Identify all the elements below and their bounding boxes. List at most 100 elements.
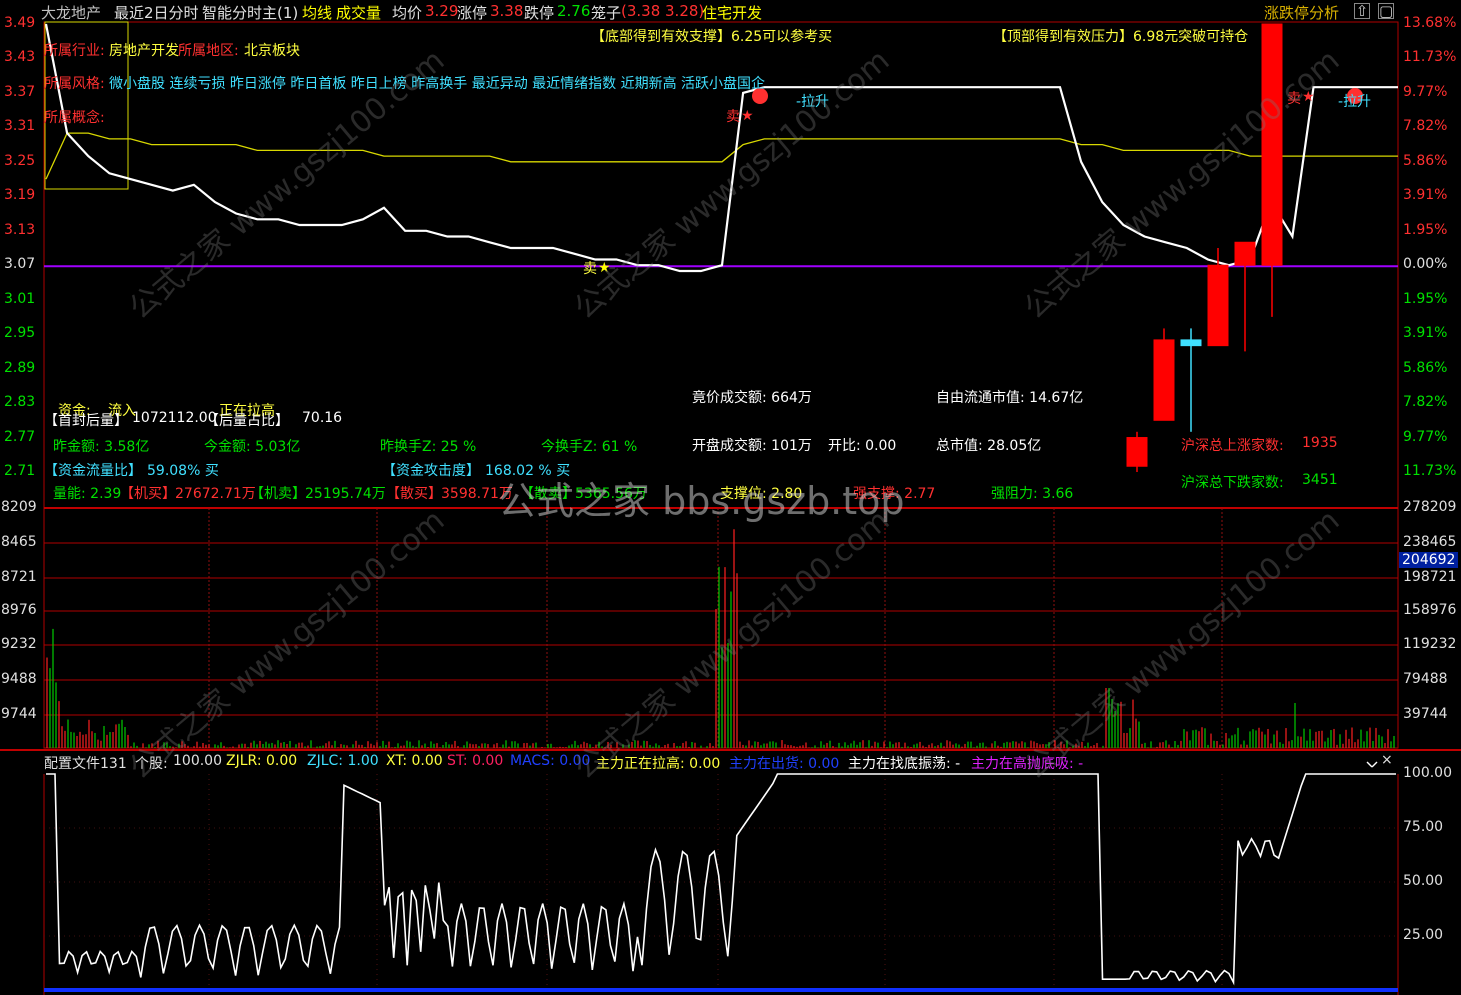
indicator-tick-right: 100.00 (1403, 765, 1452, 781)
xt-value: XT: 0.00 (386, 753, 443, 769)
volume-tick-left: 9232 (1, 636, 37, 652)
price-tick-left: 3.19 (4, 187, 36, 204)
auction-amount: 竟价成交额: 664万 (692, 390, 812, 406)
volume-tick-left: 9488 (1, 671, 37, 687)
price-tick-left: 2.83 (4, 394, 36, 411)
inst-buy-value: 27672.71万 (175, 486, 256, 502)
percent-tick-right: 11.73% (1403, 49, 1457, 66)
region-value: 北京板块 (244, 43, 300, 59)
open-ratio: 开比: 0.00 (828, 438, 897, 454)
percent-tick-right: 7.82% (1403, 394, 1448, 411)
indicator-tick-right: 25.00 (1403, 927, 1444, 943)
volume-tick-left: 9744 (1, 706, 37, 722)
percent-tick-right: 7.82% (1403, 118, 1448, 135)
shipping-value: 主力在出货: 0.00 (729, 756, 840, 772)
star-icon: ★ (741, 108, 754, 124)
open-amount: 开盘成交额: 101万 (692, 438, 812, 454)
retail-buy-label: 【散买】 (386, 486, 442, 502)
after-ratio-label: 【后量占比】 (205, 413, 289, 429)
free-cap: 自由流通市值: 14.67亿 (936, 390, 1084, 406)
volume-tick-left: 8976 (1, 602, 37, 618)
today-turnover: 今换手Z: 61 % (541, 439, 638, 455)
volume-tick-right: 119232 (1403, 636, 1457, 652)
inst-sell-value: 25195.74万 (305, 486, 386, 502)
candle-body (1126, 437, 1148, 467)
st-value: ST: 0.00 (447, 753, 504, 769)
percent-tick-right: 11.73% (1403, 463, 1457, 479)
concept-label: 所属概念: (44, 110, 105, 126)
volume-tick-left: 8209 (1, 499, 37, 515)
price-tick-left: 3.01 (4, 290, 36, 307)
down-count-label: 沪深总下跌家数: (1181, 475, 1284, 491)
vol-energy: 量能: 2.39 (53, 486, 122, 502)
volume-tick-left: 8721 (1, 569, 37, 585)
bottom-shake-value: 主力在找底振荡: - (848, 756, 961, 772)
config-label[interactable]: 配置文件131 (44, 753, 127, 773)
first-seal-label: 【首封后量】 (44, 413, 128, 429)
volume-tick-right: 79488 (1403, 671, 1448, 687)
percent-tick-right: 1.95% (1403, 290, 1448, 307)
yesterday-amount: 昨金额: 3.58亿 (53, 439, 150, 455)
up-count-label: 沪深总上涨家数: (1181, 438, 1284, 454)
price-tick-left: 2.77 (4, 428, 36, 445)
percent-tick-right: 9.77% (1403, 83, 1448, 100)
inst-buy-label: 【机买】 (120, 486, 176, 502)
pull-marker: -拉升 (1338, 94, 1372, 110)
volume-current-value: 204692 (1399, 552, 1459, 568)
percent-tick-right: 3.91% (1403, 187, 1448, 204)
after-ratio-value: 70.16 (302, 410, 343, 426)
up-count: 1935 (1302, 435, 1338, 451)
close-icon[interactable]: × (1381, 752, 1393, 768)
attack-label: 【资金攻击度】 (382, 463, 480, 479)
down-count: 3451 (1302, 472, 1338, 488)
indicator-line (46, 773, 1396, 986)
strong-resist: 强阻力: 3.66 (991, 486, 1074, 502)
top-pressure-note: 【顶部得到有效压力】6.98元突破可持仓 (993, 29, 1249, 45)
first-seal-value: 1072112.00 (132, 410, 217, 426)
industry-value: 房地产开发 (109, 43, 179, 59)
percent-tick-right: 0.00% (1403, 256, 1448, 273)
price-tick-left: 3.13 (4, 221, 36, 238)
price-tick-left: 3.25 (4, 152, 36, 169)
volume-tick-right: 238465 (1403, 534, 1457, 550)
percent-tick-right: 9.77% (1403, 428, 1448, 445)
volume-tick-right: 278209 (1403, 499, 1457, 515)
flow-ratio-value: 59.08% 买 (147, 463, 219, 479)
price-tick-left: 2.95 (4, 325, 36, 342)
percent-tick-right: 13.68% (1403, 15, 1457, 31)
region-label: 所属地区: (178, 43, 239, 59)
candle-body (1153, 339, 1175, 421)
volume-tick-right: 39744 (1403, 706, 1448, 722)
price-tick-left: 3.49 (4, 15, 36, 31)
industry-label: 所属行业: (44, 43, 105, 59)
price-tick-left: 2.71 (4, 463, 36, 479)
volume-tick-left: 8465 (1, 534, 37, 550)
candle-body (1234, 241, 1256, 266)
bottom-support-note: 【底部得到有效支撑】6.25可以参考买 (591, 29, 833, 45)
total-cap: 总市值: 28.05亿 (936, 438, 1042, 454)
price-tick-left: 2.89 (4, 359, 36, 376)
style-label: 所属风格: (44, 76, 105, 92)
candle-body (1180, 339, 1202, 347)
candle-body (1207, 264, 1229, 347)
flow-ratio-label: 【资金流量比】 (44, 463, 142, 479)
zjlc-value: ZJLC: 1.00 (307, 753, 379, 769)
volume-tick-right: 198721 (1403, 569, 1457, 585)
indicator-tick-right: 50.00 (1403, 873, 1444, 889)
indicator-tick-right: 75.00 (1403, 819, 1444, 835)
inst-sell-label: 【机卖】 (250, 486, 306, 502)
price-tick-left: 3.37 (4, 83, 36, 100)
percent-tick-right: 1.95% (1403, 221, 1448, 238)
today-amount: 今金额: 5.03亿 (204, 439, 301, 455)
sell-marker: 卖 (726, 109, 740, 125)
percent-tick-right: 5.86% (1403, 152, 1448, 169)
zjlr-value: ZJLR: 0.00 (226, 753, 298, 769)
chevron-down-icon[interactable] (1366, 761, 1373, 768)
price-tick-left: 3.43 (4, 49, 36, 66)
price-tick-left: 3.31 (4, 118, 36, 135)
candle-body (1261, 23, 1283, 266)
yesterday-turnover: 昨换手Z: 25 % (380, 439, 477, 455)
price-tick-left: 3.07 (4, 256, 36, 273)
percent-tick-right: 5.86% (1403, 359, 1448, 376)
percent-tick-right: 3.91% (1403, 325, 1448, 342)
